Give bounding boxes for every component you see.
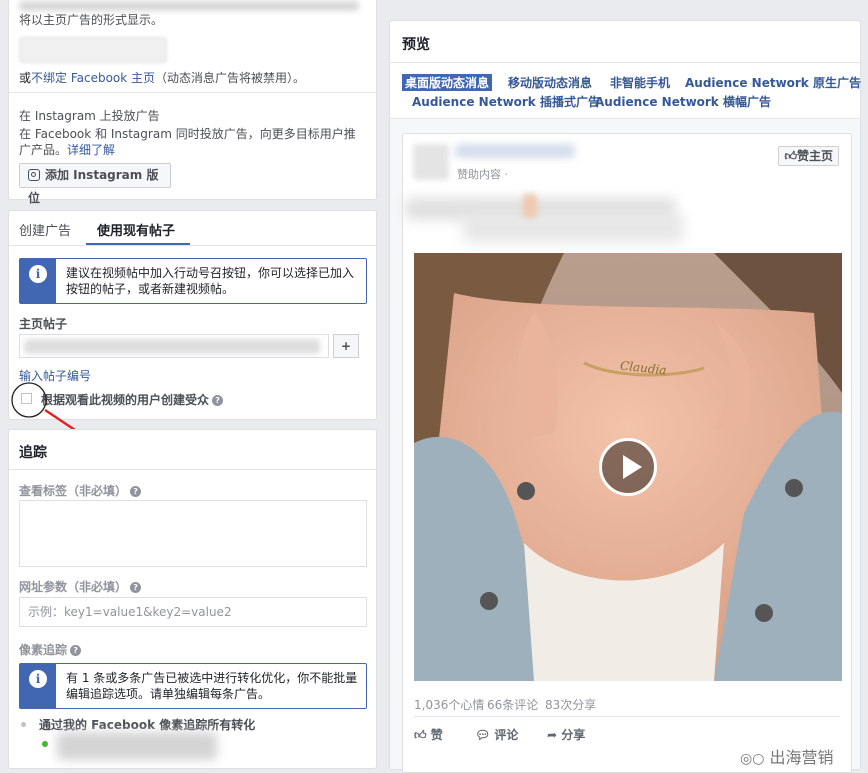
annotation-circle <box>11 382 47 418</box>
tracking-title: 追踪 <box>19 445 47 461</box>
actions-divider <box>414 716 840 717</box>
blurred-pixel-name <box>57 732 217 760</box>
like-action[interactable]: 👍︎ 赞 <box>414 726 443 743</box>
watermark: ◎○ 出海营销 <box>740 748 834 767</box>
tabs-divider <box>9 245 376 246</box>
preview-card: 预览 桌面版动态消息 移动版动态消息 非智能手机 Audience Networ… <box>389 20 861 773</box>
tab-mobile-feed[interactable]: 移动版动态消息 <box>508 74 592 91</box>
comment-action[interactable]: 💬︎ 评论 <box>475 726 518 743</box>
unlink-page-link[interactable]: 不绑定 Facebook 主页 <box>31 71 155 85</box>
tab-use-existing-post[interactable]: 使用现有帖子 <box>97 220 175 239</box>
help-icon[interactable]: ? <box>212 395 224 406</box>
cta-notice: i 建议在视频帖中加入行动号召按钮，你可以选择已加入按钮的帖子，或者新建视频帖。 <box>19 258 367 304</box>
url-params-input[interactable]: 示例：key1=value1&key2=value2 <box>19 597 367 627</box>
info-icon: i <box>29 670 47 688</box>
wechat-icon: ◎○ <box>740 751 765 767</box>
track-all-label: 通过我的 Facebook 像素追踪所有转化 <box>39 718 256 732</box>
comment-icon: 💬︎ <box>475 728 491 742</box>
tab-an-native[interactable]: Audience Network 原生广告 <box>685 74 861 91</box>
tracking-card: 追踪 查看标签（非必填）? 网址参数（非必填）? 示例：key1=value1&… <box>8 429 377 769</box>
comments-count[interactable]: 66条评论 <box>487 696 538 713</box>
ad-post: 赞助内容 · 👍︎赞主页 Claudia 1,036个心情 66条评论 83次分… <box>402 133 852 773</box>
video-preview[interactable]: Claudia <box>414 253 842 681</box>
tab-an-banner[interactable]: Audience Network 横幅广告 <box>595 93 771 110</box>
plus-icon: + <box>340 339 352 353</box>
page-name <box>455 144 575 158</box>
left-top-card: 将以主页广告的形式显示。 或不绑定 Facebook 主页（动态消息广告将被禁用… <box>8 0 377 205</box>
blurred-page-selector[interactable] <box>19 37 167 63</box>
post-emoji <box>523 194 537 218</box>
pixel-tracking-label: 像素追踪? <box>19 641 82 658</box>
add-post-button[interactable]: + <box>333 334 359 358</box>
help-icon[interactable]: ? <box>130 486 142 497</box>
play-button[interactable] <box>599 438 657 496</box>
reactions-count[interactable]: 1,036个心情 <box>414 696 484 713</box>
top-text: 将以主页广告的形式显示。 <box>19 13 164 27</box>
share-action[interactable]: ➦ 分享 <box>547 726 585 743</box>
page-avatar <box>413 144 449 180</box>
tab-feature-phone[interactable]: 非智能手机 <box>610 74 670 91</box>
page-post-select[interactable] <box>19 334 329 358</box>
share-icon: ➦ <box>547 728 558 742</box>
unlink-page-line: 或不绑定 Facebook 主页（动态消息广告将被禁用）。 <box>19 71 306 85</box>
tab-an-interstitial[interactable]: Audience Network 插播式广告 <box>412 93 600 110</box>
pixel-status-dot <box>42 741 48 747</box>
instagram-heading: 在 Instagram 上投放广告 <box>19 109 160 123</box>
shares-count[interactable]: 83次分享 <box>545 696 596 713</box>
tab-create-ad[interactable]: 创建广告 <box>19 220 71 239</box>
thumbs-up-icon: 👍︎ <box>784 149 797 163</box>
view-tags-label: 查看标签（非必填）? <box>19 482 142 499</box>
page-post-label: 主页帖子 <box>19 317 68 331</box>
help-icon[interactable]: ? <box>70 645 82 656</box>
instagram-desc: 在 Facebook 和 Instagram 同时投放广告，向更多目标用户推广产… <box>19 127 356 157</box>
info-icon: i <box>29 265 47 283</box>
divider <box>9 92 376 93</box>
pixel-notice: i 有 1 条或多条广告已被选中进行转化优化，你不能批量编辑追踪选项。请单独编辑… <box>19 663 367 709</box>
preview-title: 预览 <box>402 37 430 53</box>
blurred-post-value <box>24 339 320 354</box>
sponsored-label: 赞助内容 · <box>457 168 508 181</box>
instagram-icon <box>28 169 40 181</box>
add-instagram-button[interactable]: 添加 Instagram 版位 <box>19 163 171 205</box>
help-icon[interactable]: ? <box>130 582 142 593</box>
url-params-label: 网址参数（非必填）? <box>19 578 142 595</box>
tab-desktop-feed[interactable]: 桌面版动态消息 <box>402 74 493 91</box>
blurred-top-text <box>19 1 359 11</box>
track-all-bullet <box>21 722 26 727</box>
thumbs-up-icon: 👍︎ <box>414 728 427 742</box>
post-text-line2 <box>463 214 683 242</box>
like-page-button[interactable]: 👍︎赞主页 <box>778 146 839 166</box>
learn-more-link[interactable]: 详细了解 <box>67 143 115 157</box>
play-icon <box>623 455 642 479</box>
view-tags-textarea[interactable] <box>19 500 367 567</box>
tracking-divider <box>9 469 376 470</box>
preview-divider <box>390 62 860 63</box>
